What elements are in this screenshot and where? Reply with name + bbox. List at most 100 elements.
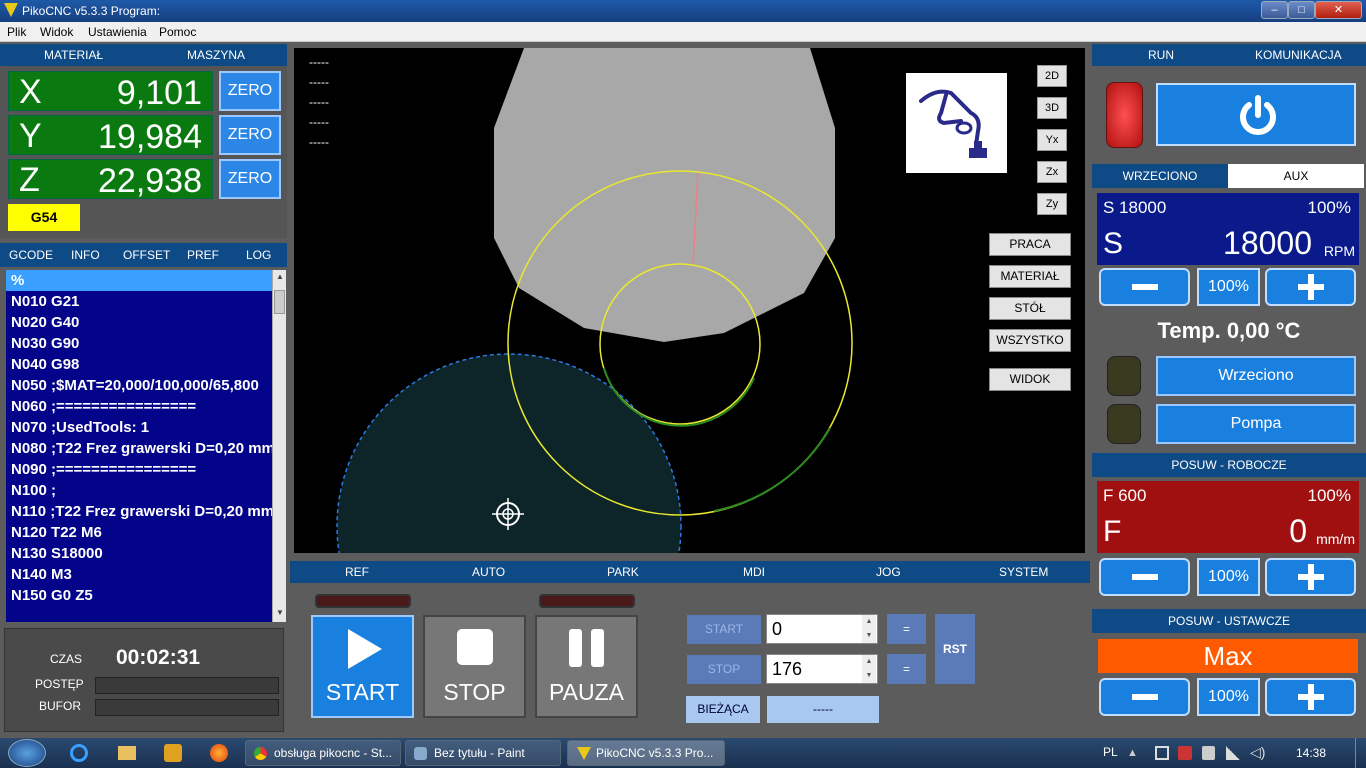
flag-tray-icon[interactable] bbox=[1178, 746, 1192, 760]
scroll-up-icon[interactable]: ▲ bbox=[275, 272, 285, 284]
gcode-line[interactable]: N090 ;================ bbox=[6, 459, 272, 480]
menu-widok[interactable]: Widok bbox=[40, 25, 73, 39]
start-eq-button[interactable]: = bbox=[887, 614, 926, 644]
maximize-button[interactable]: □ bbox=[1288, 1, 1315, 19]
media-player-icon[interactable] bbox=[164, 744, 182, 762]
tab-jog[interactable]: JOG bbox=[876, 565, 901, 579]
temperature: Temp. 0,00 °C bbox=[1157, 318, 1301, 343]
tab-material[interactable]: MATERIAŁ bbox=[44, 48, 103, 62]
widok-button[interactable]: WIDOK bbox=[989, 368, 1071, 391]
tab-auto[interactable]: AUTO bbox=[472, 565, 505, 579]
volume-icon[interactable]: ◁) bbox=[1250, 744, 1265, 761]
gcode-line[interactable]: N080 ;T22 Frez grawerski D=0,20 mm bbox=[6, 438, 272, 459]
spindle-plus-button[interactable] bbox=[1265, 268, 1356, 306]
network-tray-icon[interactable] bbox=[1155, 746, 1169, 760]
spindle-toggle-button[interactable]: Wrzeciono bbox=[1156, 356, 1356, 396]
folder-icon[interactable] bbox=[118, 746, 136, 760]
tab-run[interactable]: RUN bbox=[1148, 48, 1174, 62]
tab-komunikacja[interactable]: KOMUNIKACJA bbox=[1255, 48, 1342, 62]
gcode-line[interactable]: N040 G98 bbox=[6, 354, 272, 375]
tab-info[interactable]: INFO bbox=[71, 248, 100, 262]
device-tray-icon[interactable] bbox=[1202, 746, 1215, 760]
scroll-down-icon[interactable]: ▼ bbox=[275, 608, 285, 620]
rst-button[interactable]: RST bbox=[935, 614, 975, 684]
zero-y-button[interactable]: ZERO bbox=[219, 115, 281, 155]
minimize-button[interactable]: – bbox=[1261, 1, 1288, 19]
pump-toggle-button[interactable]: Pompa bbox=[1156, 404, 1356, 444]
gcode-line[interactable]: N050 ;$MAT=20,000/100,000/65,800 bbox=[6, 375, 272, 396]
wcs-badge[interactable]: G54 bbox=[8, 204, 80, 231]
gcode-line[interactable]: N100 ; bbox=[6, 480, 272, 501]
toolpath-preview[interactable]: ----- ----- ----- ----- ----- 2D 3D Yx Z… bbox=[294, 48, 1085, 553]
rapid-plus-button[interactable] bbox=[1265, 678, 1356, 716]
zero-z-button[interactable]: ZERO bbox=[219, 159, 281, 199]
rapid-minus-button[interactable] bbox=[1099, 678, 1190, 716]
gcode-line[interactable]: N030 G90 bbox=[6, 333, 272, 354]
tray-chevron-icon[interactable]: ▲ bbox=[1127, 747, 1138, 759]
gcode-line[interactable]: N150 G0 Z5 bbox=[6, 585, 272, 606]
gcode-line[interactable]: N120 T22 M6 bbox=[6, 522, 272, 543]
praca-button[interactable]: PRACA bbox=[989, 233, 1071, 256]
task-chrome[interactable]: obsługa pikocnc - St... bbox=[245, 740, 401, 766]
spindle-100-button[interactable]: 100% bbox=[1197, 268, 1260, 306]
clock[interactable]: 14:38 bbox=[1296, 746, 1326, 760]
tab-aux[interactable]: AUX bbox=[1228, 164, 1364, 188]
material-button[interactable]: MATERIAŁ bbox=[989, 265, 1071, 288]
tab-park[interactable]: PARK bbox=[607, 565, 639, 579]
tab-offset[interactable]: OFFSET bbox=[123, 248, 170, 262]
view-2d-button[interactable]: 2D bbox=[1037, 65, 1067, 87]
menu-plik[interactable]: Plik bbox=[7, 25, 26, 39]
menu-pomoc[interactable]: Pomoc bbox=[159, 25, 196, 39]
gcode-line[interactable]: N060 ;================ bbox=[6, 396, 272, 417]
tab-gcode[interactable]: GCODE bbox=[9, 248, 53, 262]
view-zy-button[interactable]: Zy bbox=[1037, 193, 1067, 215]
stol-button[interactable]: STÓŁ bbox=[989, 297, 1071, 320]
show-desktop-button[interactable] bbox=[1355, 738, 1366, 768]
signal-tray-icon[interactable] bbox=[1226, 746, 1240, 760]
stop-eq-button[interactable]: = bbox=[887, 654, 926, 684]
gcode-scrollbar[interactable]: ▲ ▼ bbox=[272, 270, 286, 622]
view-3d-button[interactable]: 3D bbox=[1037, 97, 1067, 119]
gcode-line[interactable]: N010 G21 bbox=[6, 291, 272, 312]
scroll-thumb[interactable] bbox=[274, 290, 285, 314]
feed-minus-button[interactable] bbox=[1099, 558, 1190, 596]
menu-ustawienia[interactable]: Ustawienia bbox=[88, 25, 147, 39]
ie-icon[interactable] bbox=[70, 744, 88, 762]
language-indicator[interactable]: PL bbox=[1103, 745, 1118, 759]
start-menu-icon[interactable] bbox=[8, 739, 46, 767]
wszystko-button[interactable]: WSZYSTKO bbox=[989, 329, 1071, 352]
feed-100-button[interactable]: 100% bbox=[1197, 558, 1260, 596]
gcode-line[interactable]: N070 ;UsedTools: 1 bbox=[6, 417, 272, 438]
tab-ref[interactable]: REF bbox=[345, 565, 369, 579]
start-spinner-icon[interactable]: ▲ ▼ bbox=[862, 615, 876, 643]
gcode-line[interactable]: N130 S18000 bbox=[6, 543, 272, 564]
gcode-list[interactable]: % N010 G21 N020 G40 N030 G90 N040 G98 N0… bbox=[6, 270, 272, 622]
gcode-line[interactable]: % bbox=[6, 270, 272, 291]
zero-x-button[interactable]: ZERO bbox=[219, 71, 281, 111]
tab-maszyna[interactable]: MASZYNA bbox=[187, 48, 245, 62]
gcode-line[interactable]: N110 ;T22 Frez grawerski D=0,20 mm bbox=[6, 501, 272, 522]
stop-button[interactable]: STOP bbox=[423, 615, 526, 718]
rapid-100-button[interactable]: 100% bbox=[1197, 678, 1260, 716]
firefox-icon[interactable] bbox=[210, 744, 228, 762]
pause-button[interactable]: PAUZA bbox=[535, 615, 638, 718]
gcode-line[interactable]: N020 G40 bbox=[6, 312, 272, 333]
tab-wrzeciono[interactable]: WRZECIONO bbox=[1092, 164, 1228, 188]
current-line-button[interactable]: BIEŻĄCA bbox=[686, 696, 760, 723]
task-pikocnc[interactable]: PikoCNC v5.3.3 Pro... bbox=[567, 740, 725, 766]
task-paint[interactable]: Bez tytułu - Paint bbox=[405, 740, 561, 766]
tab-log[interactable]: LOG bbox=[246, 248, 271, 262]
view-zx-button[interactable]: Zx bbox=[1037, 161, 1067, 183]
view-yx-button[interactable]: Yx bbox=[1037, 129, 1067, 151]
touch-hand-icon[interactable] bbox=[906, 73, 1007, 173]
spindle-minus-button[interactable] bbox=[1099, 268, 1190, 306]
start-button[interactable]: START bbox=[311, 615, 414, 718]
stop-spinner-icon[interactable]: ▲ ▼ bbox=[862, 655, 876, 683]
tab-pref[interactable]: PREF bbox=[187, 248, 219, 262]
tab-system[interactable]: SYSTEM bbox=[999, 565, 1048, 579]
gcode-line[interactable]: N140 M3 bbox=[6, 564, 272, 585]
close-button[interactable]: ✕ bbox=[1315, 1, 1362, 19]
tab-mdi[interactable]: MDI bbox=[743, 565, 765, 579]
feed-plus-button[interactable] bbox=[1265, 558, 1356, 596]
power-button[interactable] bbox=[1156, 83, 1356, 146]
